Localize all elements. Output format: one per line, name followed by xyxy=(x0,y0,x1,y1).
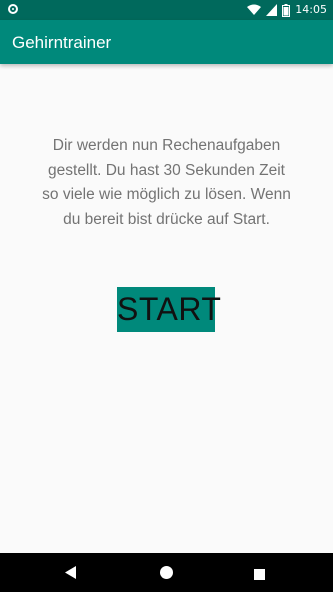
signal-icon xyxy=(266,4,278,16)
home-icon[interactable] xyxy=(160,566,173,584)
notification-icon xyxy=(8,4,18,14)
recent-apps-icon[interactable] xyxy=(254,567,265,585)
battery-icon xyxy=(282,3,291,17)
main-content: Dir werden nun Rechenaufgaben gestellt. … xyxy=(0,64,333,553)
start-button[interactable]: START xyxy=(117,287,221,332)
status-icons: 14:05 xyxy=(247,3,327,17)
instructions-text: Dir werden nun Rechenaufgaben gestellt. … xyxy=(42,137,291,228)
status-bar: 14:05 xyxy=(0,0,333,20)
back-icon[interactable] xyxy=(65,566,77,584)
wifi-icon xyxy=(247,4,262,16)
navigation-bar xyxy=(0,553,333,592)
app-title: Gehirntrainer xyxy=(12,33,112,52)
app-bar: Gehirntrainer xyxy=(0,20,333,64)
status-time: 14:05 xyxy=(295,3,327,16)
